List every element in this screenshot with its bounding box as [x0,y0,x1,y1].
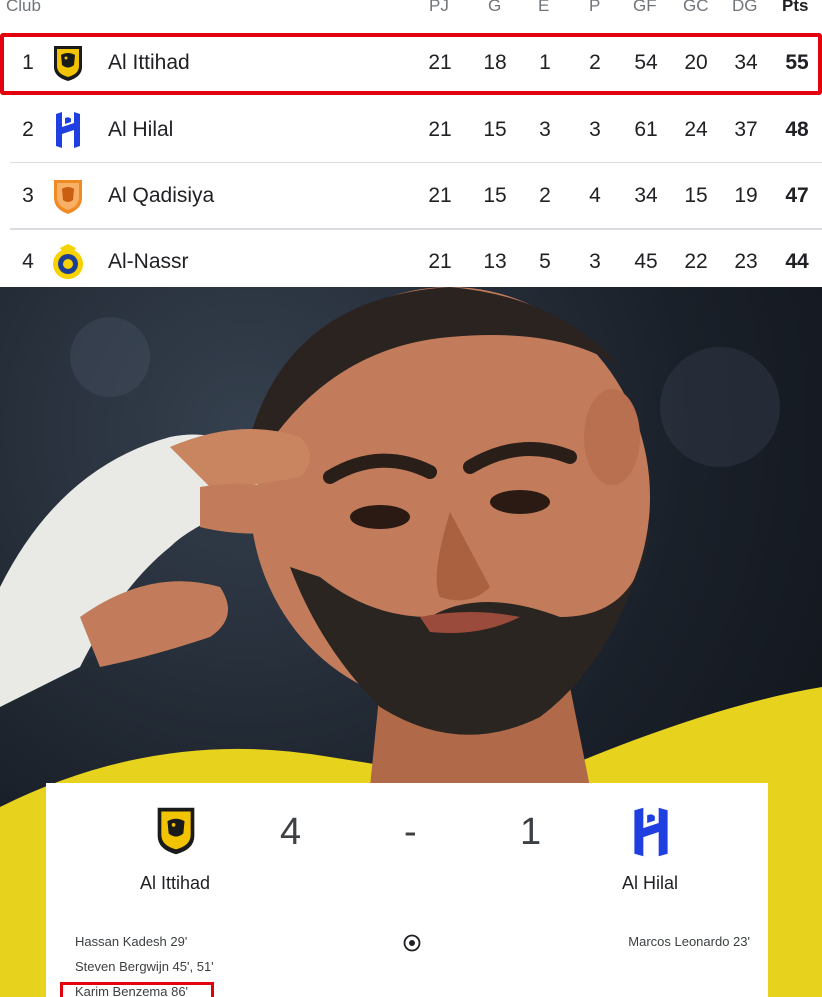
p: 4 [589,184,601,207]
soccer-ball-icon [403,934,421,952]
pj: 21 [428,184,452,207]
header-club: Club [6,0,41,15]
pj: 21 [428,51,452,74]
e: 3 [539,118,551,141]
p: 3 [589,118,601,141]
pj: 21 [428,118,452,141]
dg: 37 [734,118,758,141]
p: 2 [589,51,601,74]
gc: 24 [684,118,708,141]
dg: 34 [734,51,758,74]
pj: 21 [428,250,452,273]
header-pj: PJ [429,0,449,15]
header-gc: GC [683,0,709,15]
g: 15 [483,118,507,141]
gf: 34 [634,184,658,207]
header-g: G [488,0,502,15]
away-score: 1 [520,811,542,853]
score-separator: - [404,811,417,853]
team-name[interactable]: Al Hilal [108,118,173,142]
table-row[interactable]: 3 Al Qadisiya 21 15 2 4 34 15 19 47 [0,163,822,229]
home-score: 4 [280,811,302,853]
standings-table: Club PJ G E P GF GC DG Pts 1 Al Ittihad … [0,0,822,287]
pts: 44 [785,250,809,273]
p: 3 [589,250,601,273]
away-scorer: Marcos Leonardo 23' [628,934,750,949]
table-header: Club PJ G E P GF GC DG Pts [0,0,822,20]
pts: 47 [785,184,809,207]
team-name[interactable]: Al-Nassr [108,250,189,274]
rank: 2 [22,118,34,141]
gc: 22 [684,250,708,273]
g: 13 [483,250,507,273]
al-ittihad-crest-icon [54,46,82,81]
g: 18 [483,51,507,74]
home-team-name[interactable]: Al Ittihad [95,873,255,894]
header-p: P [589,0,601,15]
team-name[interactable]: Al Ittihad [108,51,190,75]
header-pts: Pts [782,0,809,15]
dg: 19 [734,184,758,207]
al-hilal-crest-icon [56,112,80,148]
table-row[interactable]: 2 Al Hilal 21 15 3 3 61 24 37 48 [0,97,822,163]
gc: 15 [684,184,708,207]
gf: 61 [634,118,658,141]
g: 15 [483,184,507,207]
table-row[interactable]: 1 Al Ittihad 21 18 1 2 54 20 34 55 [0,30,822,96]
dg: 23 [734,250,758,273]
al-ittihad-crest-icon [157,807,195,855]
gc: 20 [684,51,708,74]
away-team-name[interactable]: Al Hilal [570,873,730,894]
rank: 4 [22,250,34,273]
al-nassr-crest-icon [53,244,83,279]
home-scorer: Hassan Kadesh 29' [75,934,188,949]
rank: 1 [22,51,34,74]
header-gf: GF [633,0,657,15]
header-e: E [538,0,550,15]
match-score-card[interactable]: 4 - 1 Al Ittihad Al Hilal Hassan Kadesh … [46,783,768,997]
home-scorer: Karim Benzema 86' [75,984,189,997]
pts: 55 [785,51,809,74]
pts: 48 [785,118,809,141]
al-qadisiya-crest-icon [54,180,82,214]
home-scorer: Steven Bergwijn 45', 51' [75,959,214,974]
row-divider [10,229,822,230]
header-dg: DG [732,0,758,15]
e: 1 [539,51,551,74]
e: 2 [539,184,551,207]
gf: 45 [634,250,658,273]
rank: 3 [22,184,34,207]
e: 5 [539,250,551,273]
al-hilal-crest-icon [634,807,668,857]
table-row[interactable]: 4 Al-Nassr 21 13 5 3 45 22 23 44 [0,229,822,295]
team-name[interactable]: Al Qadisiya [108,184,214,208]
gf: 54 [634,51,658,74]
